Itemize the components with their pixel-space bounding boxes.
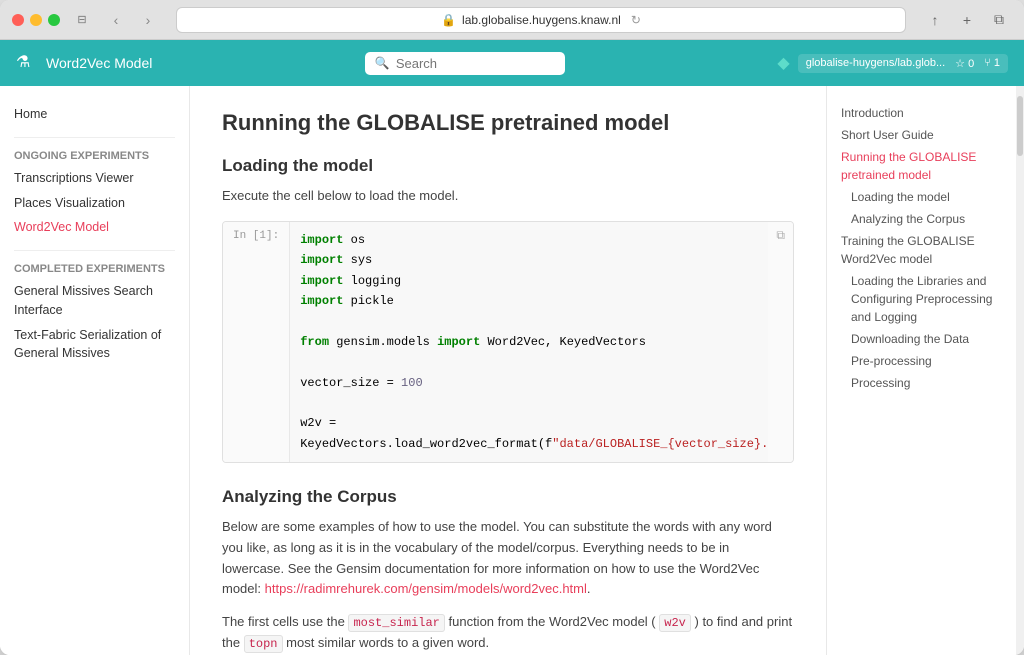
code-cell-1: In [1]: import os import sys import logg… [222,221,794,463]
windows-button[interactable]: ⧉ [986,7,1012,33]
app-logo-area: ⚗ Word2Vec Model [16,52,152,74]
toc-item-processing[interactable]: Processing [841,372,1002,394]
section2-desc1: Below are some examples of how to use th… [222,517,794,600]
browser-actions: ↑ + ⧉ [922,7,1012,33]
close-button[interactable] [12,14,24,26]
back-button[interactable]: ‹ [104,8,128,32]
section1-desc: Execute the cell below to load the model… [222,186,794,207]
sidebar-item-transcriptions[interactable]: Transcriptions Viewer [14,166,175,191]
content-area: Running the GLOBALISE pretrained model L… [190,86,826,655]
toc-item-analyzing-corpus[interactable]: Analyzing the Corpus [841,208,1002,230]
address-bar[interactable]: 🔒 lab.globalise.huygens.knaw.nl ↻ [176,7,906,33]
scrollbar-thumb[interactable] [1017,96,1023,156]
sidebar-item-home[interactable]: Home [14,102,175,127]
right-sidebar-toc: Introduction Short User Guide Running th… [826,86,1016,655]
toc-item-preprocessing[interactable]: Pre-processing [841,350,1002,372]
header-right: ◆ globalise-huygens/lab.glob... ☆ 0 ⑂ 1 [777,53,1008,73]
minimize-button[interactable] [30,14,42,26]
traffic-lights [12,14,60,26]
search-input[interactable] [396,56,536,71]
section2-title: Analyzing the Corpus [222,487,794,507]
cell1-number: In [1]: [223,222,289,250]
inline-code-topn: topn [244,635,283,653]
address-text: lab.globalise.huygens.knaw.nl [462,13,621,27]
lock-icon: 🔒 [441,13,456,27]
sidebar-item-missives-search[interactable]: General Missives Search Interface [14,279,175,323]
header-fork: ⑂ 1 [984,57,1000,69]
section2-desc2-part4: most similar words to a given word. [286,635,489,650]
page-title: Running the GLOBALISE pretrained model [222,110,794,136]
header-url-badge: globalise-huygens/lab.glob... ☆ 0 ⑂ 1 [798,54,1008,73]
toc-item-running-globalise[interactable]: Running the GLOBALISE pretrained model [841,146,1002,186]
share-button[interactable]: ↑ [922,7,948,33]
search-box[interactable]: 🔍 [365,52,565,75]
reload-icon[interactable]: ↻ [631,13,641,27]
sidebar-divider-1 [14,137,175,138]
sidebar-completed-label: Completed experiments [14,263,175,275]
app-header: ⚗ Word2Vec Model 🔍 ◆ globalise-huygens/l… [0,40,1024,86]
browser-titlebar: ⊟ ‹ › 🔒 lab.globalise.huygens.knaw.nl ↻ … [0,0,1024,40]
app-logo-icon: ⚗ [16,52,38,74]
toc-item-loading-model[interactable]: Loading the model [841,186,1002,208]
inline-code-w2v: w2v [659,614,691,632]
left-sidebar: Home Ongoing experiments Transcriptions … [0,86,190,655]
header-star: ☆ 0 [955,57,974,70]
scrollbar[interactable] [1016,86,1024,655]
sidebar-item-text-fabric[interactable]: Text-Fabric Serialization of General Mis… [14,323,175,367]
section1-title: Loading the model [222,156,794,176]
new-tab-button[interactable]: + [954,7,980,33]
main-layout: Home Ongoing experiments Transcriptions … [0,86,1024,655]
cell1-header: In [1]: import os import sys import logg… [223,222,793,462]
header-url-text: globalise-huygens/lab.glob... [806,57,945,69]
cell1-code[interactable]: import os import sys import logging impo… [289,222,768,462]
toc-item-loading-libraries[interactable]: Loading the Libraries and Configuring Pr… [841,270,1002,328]
window-sidebar-icon[interactable]: ⊟ [68,10,96,30]
section2-desc2-part2: function from the Word2Vec model ( [449,614,656,629]
sidebar-ongoing-label: Ongoing experiments [14,150,175,162]
section2-link[interactable]: https://radimrehurek.com/gensim/models/w… [265,581,587,596]
cell1-copy-button[interactable]: ⧉ [768,222,793,249]
toc-item-short-user-guide[interactable]: Short User Guide [841,124,1002,146]
toc-item-introduction[interactable]: Introduction [841,102,1002,124]
section2-desc2: The first cells use the most_similar fun… [222,612,794,654]
app-title: Word2Vec Model [46,55,152,71]
forward-button[interactable]: › [136,8,160,32]
search-icon: 🔍 [375,56,390,70]
toc-item-downloading-data[interactable]: Downloading the Data [841,328,1002,350]
sidebar-item-word2vec[interactable]: Word2Vec Model [14,215,175,240]
header-diamond-icon: ◆ [777,53,789,73]
sidebar-item-places[interactable]: Places Visualization [14,191,175,216]
toc-item-training-w2v[interactable]: Training the GLOBALISE Word2Vec model [841,230,1002,270]
section2-desc2-part1: The first cells use the [222,614,345,629]
inline-code-most-similar: most_similar [348,614,444,632]
sidebar-divider-2 [14,250,175,251]
header-search-area: 🔍 [164,52,765,75]
maximize-button[interactable] [48,14,60,26]
